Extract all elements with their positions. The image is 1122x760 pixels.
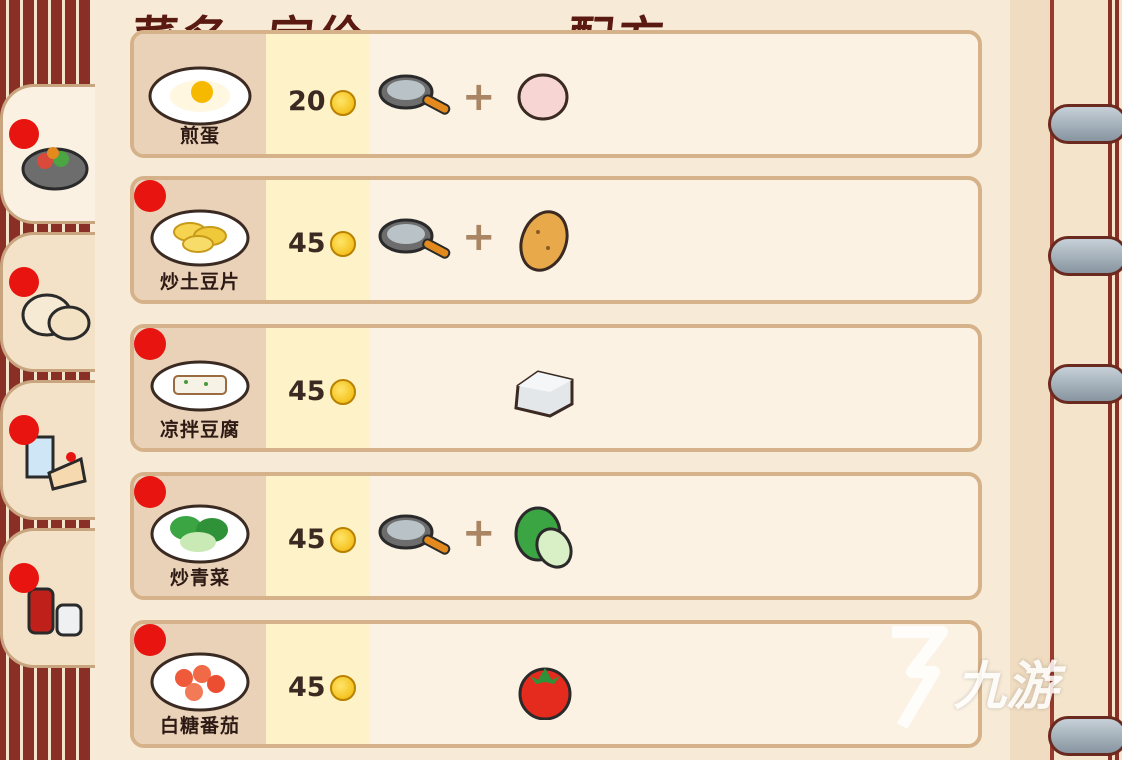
watermark-logo-icon	[892, 626, 948, 730]
tab-staples[interactable]	[0, 232, 95, 372]
recipe-cell	[370, 328, 978, 448]
tab-desserts[interactable]	[0, 380, 95, 520]
binder-ring	[1048, 364, 1122, 404]
dish-name: 煎蛋	[179, 125, 220, 147]
dish-name: 炒青菜	[169, 567, 230, 589]
dish-list[interactable]: 煎蛋 20 + 炒土豆片 45 + 凉拌豆腐 45 炒青菜 45 + 白糖番茄 …	[130, 0, 982, 760]
frying-pan-icon	[378, 514, 451, 555]
frying-pan-icon	[378, 74, 451, 115]
dish-name: 炒土豆片	[159, 271, 240, 293]
dish-price: 45	[288, 524, 326, 555]
coin-icon	[330, 527, 356, 553]
dish-row[interactable]: 炒青菜 45 +	[130, 472, 982, 600]
new-badge	[134, 624, 166, 656]
coin-icon	[330, 379, 356, 405]
recipe-cell: +	[370, 476, 978, 596]
watermark: 九游	[872, 622, 1082, 732]
watermark-text: 九游	[954, 657, 1059, 717]
fried-greens-dish-icon	[150, 504, 250, 564]
tofu-icon	[514, 370, 574, 418]
plus-sign: +	[462, 510, 496, 556]
cold-tofu-dish-icon	[150, 360, 250, 412]
tab-condiments[interactable]	[0, 528, 95, 668]
dish-price: 45	[288, 672, 326, 703]
plus-sign: +	[462, 214, 496, 260]
coin-icon	[330, 231, 356, 257]
binder-ring	[1048, 104, 1122, 144]
tomato-icon	[518, 667, 572, 720]
recipe-cell: +	[370, 180, 978, 300]
dish-name: 凉拌豆腐	[159, 419, 240, 441]
new-badge	[134, 476, 166, 508]
sugar-tomato-dish-icon	[150, 652, 250, 712]
frying-pan-icon	[378, 218, 451, 259]
binder-ring	[1048, 236, 1122, 276]
dish-price: 45	[288, 228, 326, 259]
dish-price: 20	[288, 86, 326, 117]
egg-icon	[517, 73, 569, 121]
bok-choy-icon	[514, 506, 573, 569]
new-badge	[9, 267, 39, 297]
dish-row[interactable]: 凉拌豆腐 45	[130, 324, 982, 452]
fried-egg-dish-icon	[148, 66, 252, 126]
new-badge	[134, 328, 166, 360]
dish-name: 白糖番茄	[159, 715, 240, 737]
dish-cell: 煎蛋	[134, 34, 266, 154]
dish-row[interactable]: 白糖番茄 45	[130, 620, 982, 748]
new-badge	[9, 415, 39, 445]
dish-row[interactable]: 炒土豆片 45 +	[130, 176, 982, 304]
fried-potato-slices-dish-icon	[150, 209, 250, 267]
recipe-cell: +	[370, 34, 978, 154]
plus-sign: +	[462, 74, 496, 120]
dish-row[interactable]: 煎蛋 20 +	[130, 30, 982, 158]
tab-hot-dishes[interactable]	[0, 84, 95, 224]
coin-icon	[330, 90, 356, 116]
dish-price: 45	[288, 376, 326, 407]
new-badge	[134, 180, 166, 212]
potato-icon	[519, 210, 569, 272]
new-badge	[9, 563, 39, 593]
coin-icon	[330, 675, 356, 701]
new-badge	[9, 119, 39, 149]
